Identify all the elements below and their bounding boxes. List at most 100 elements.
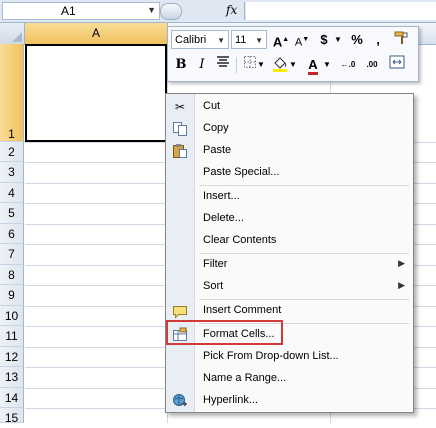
row-header-1[interactable]: 1 — [0, 44, 24, 142]
menu-item-label: Clear Contents — [203, 234, 277, 246]
menu-item-cut[interactable]: ✂ Cut — [166, 96, 413, 118]
scissors-icon: ✂ — [174, 100, 186, 114]
row-header-2[interactable]: 2 — [0, 142, 24, 162]
menu-item-hyperlink[interactable]: Hyperlink... — [166, 390, 413, 412]
context-menu: ✂ Cut Copy Paste Paste Special... Insert… — [165, 93, 414, 413]
percent-button[interactable]: % — [347, 30, 367, 50]
row-header-3[interactable]: 3 — [0, 162, 24, 183]
row-header-10[interactable]: 10 — [0, 306, 24, 326]
chevron-down-icon[interactable]: ▼ — [147, 5, 156, 15]
chevron-down-icon: ▼ — [323, 60, 331, 69]
menu-item-label: Hyperlink... — [203, 394, 259, 406]
borders-dropdown[interactable]: ▼ — [256, 55, 266, 75]
comment-icon — [172, 303, 188, 319]
percent-icon: % — [351, 32, 363, 47]
row-header-5[interactable]: 5 — [0, 203, 24, 224]
shrink-font-button[interactable]: A▼ — [292, 30, 312, 50]
font-color-button[interactable]: A — [303, 55, 323, 75]
merge-center-button[interactable] — [387, 55, 407, 75]
formula-input[interactable] — [246, 2, 436, 20]
row-header-13[interactable]: 13 — [0, 367, 24, 388]
menu-item-copy[interactable]: Copy — [166, 118, 413, 140]
row-header-4[interactable]: 4 — [0, 183, 24, 203]
format-painter-button[interactable] — [391, 30, 411, 50]
row-header-11[interactable]: 11 — [0, 326, 24, 347]
menu-item-label: Insert... — [203, 190, 240, 202]
formula-bar-resize-handle[interactable] — [160, 3, 182, 20]
menu-item-label: Insert Comment — [203, 304, 282, 316]
bold-button[interactable]: B — [171, 55, 191, 75]
menu-item-label: Pick From Drop-down List... — [203, 350, 339, 362]
menu-item-label: Sort — [203, 280, 224, 292]
italic-icon: I — [199, 57, 205, 72]
format-cells-highlight — [166, 320, 283, 345]
fill-color-dropdown[interactable]: ▼ — [288, 55, 298, 75]
submenu-arrow-icon: ▶ — [398, 258, 405, 268]
menu-item-label: Name a Range... — [203, 372, 287, 384]
menu-item-label: Copy — [203, 122, 229, 134]
name-box-value: A1 — [61, 4, 76, 18]
chevron-down-icon: ▼ — [257, 60, 265, 69]
row-header-6[interactable]: 6 — [0, 224, 24, 244]
menu-item-sort[interactable]: Sort ▶ — [166, 276, 413, 298]
font-color-dropdown[interactable]: ▼ — [322, 55, 332, 75]
row-header-8[interactable]: 8 — [0, 265, 24, 285]
grow-font-icon: A — [272, 34, 283, 50]
hyperlink-icon — [172, 393, 188, 409]
row-header-9[interactable]: 9 — [0, 285, 24, 306]
menu-item-pick-from-list[interactable]: Pick From Drop-down List... — [166, 346, 413, 368]
select-all-button[interactable] — [0, 23, 25, 45]
font-size-value: 11 — [235, 34, 247, 46]
row-header-7[interactable]: 7 — [0, 244, 24, 265]
comma-icon: , — [376, 32, 380, 47]
format-painter-icon — [394, 31, 408, 44]
grow-font-button[interactable]: A▲ — [271, 30, 291, 50]
active-cell-a1[interactable] — [25, 44, 167, 142]
menu-item-delete[interactable]: Delete... — [166, 208, 413, 230]
column-header-a[interactable]: A — [25, 23, 168, 45]
italic-button[interactable]: I — [192, 55, 212, 75]
borders-icon — [244, 56, 256, 68]
submenu-arrow-icon: ▶ — [398, 280, 405, 290]
menu-item-label: Paste — [203, 144, 232, 156]
fill-color-icon — [273, 57, 287, 72]
merge-center-icon — [389, 55, 405, 69]
currency-dropdown[interactable]: ▼ — [328, 30, 348, 50]
decrease-decimal-button[interactable]: .00 — [361, 55, 383, 75]
fill-color-button[interactable] — [270, 55, 290, 75]
align-center-icon — [217, 56, 229, 67]
mini-toolbar: Calibri ▼ 11 ▼ A▲ A▼ $ ▼ % , B I ▼ ▼ A ▼… — [167, 26, 419, 82]
menu-item-paste-special[interactable]: Paste Special... — [166, 162, 413, 184]
menu-item-name-range[interactable]: Name a Range... — [166, 368, 413, 390]
chevron-down-icon: ▼ — [289, 60, 297, 69]
menu-item-label: Cut — [203, 100, 221, 112]
font-name-value: Calibri — [175, 34, 207, 46]
menu-item-label: Filter — [203, 258, 228, 270]
menu-item-insert[interactable]: Insert... — [166, 186, 413, 208]
font-size-combo[interactable]: 11 ▼ — [231, 30, 267, 49]
chevron-down-icon: ▼ — [334, 35, 342, 44]
row-header-15[interactable]: 15 — [0, 408, 24, 425]
decrease-decimal-icon: .00 — [366, 60, 378, 69]
row-header-12[interactable]: 12 — [0, 347, 24, 367]
menu-item-insert-comment[interactable]: Insert Comment — [166, 300, 413, 322]
copy-icon — [172, 121, 188, 137]
menu-item-clear-contents[interactable]: Clear Contents — [166, 230, 413, 252]
row-header-14[interactable]: 14 — [0, 388, 24, 408]
center-button[interactable] — [213, 55, 233, 75]
menu-item-filter[interactable]: Filter ▶ — [166, 254, 413, 276]
increase-decimal-button[interactable]: ←.0 — [337, 55, 359, 75]
increase-decimal-icon: ←.0 — [340, 60, 356, 69]
comma-button[interactable]: , — [368, 30, 388, 50]
currency-icon: $ — [320, 32, 328, 47]
menu-item-label: Paste Special... — [203, 166, 280, 178]
menu-item-paste[interactable]: Paste — [166, 140, 413, 162]
name-box[interactable]: A1 ▼ — [2, 2, 160, 20]
formula-bar: A1 ▼ fx — [0, 0, 436, 23]
divider — [244, 2, 245, 20]
insert-function-icon[interactable]: fx — [226, 3, 237, 17]
font-color-icon: A — [308, 57, 318, 75]
font-name-combo[interactable]: Calibri ▼ — [171, 30, 229, 49]
chevron-down-icon[interactable]: ▼ — [255, 31, 263, 50]
chevron-down-icon[interactable]: ▼ — [217, 31, 225, 50]
